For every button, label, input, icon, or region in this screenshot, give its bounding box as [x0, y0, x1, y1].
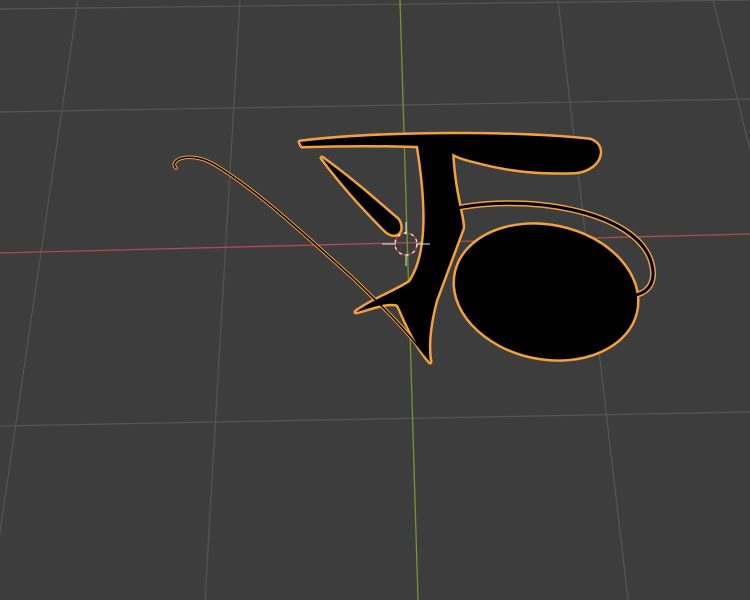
viewport-canvas[interactable]	[0, 0, 750, 600]
3d-viewport[interactable]	[0, 0, 750, 600]
selected-object[interactable]	[172, 131, 657, 375]
